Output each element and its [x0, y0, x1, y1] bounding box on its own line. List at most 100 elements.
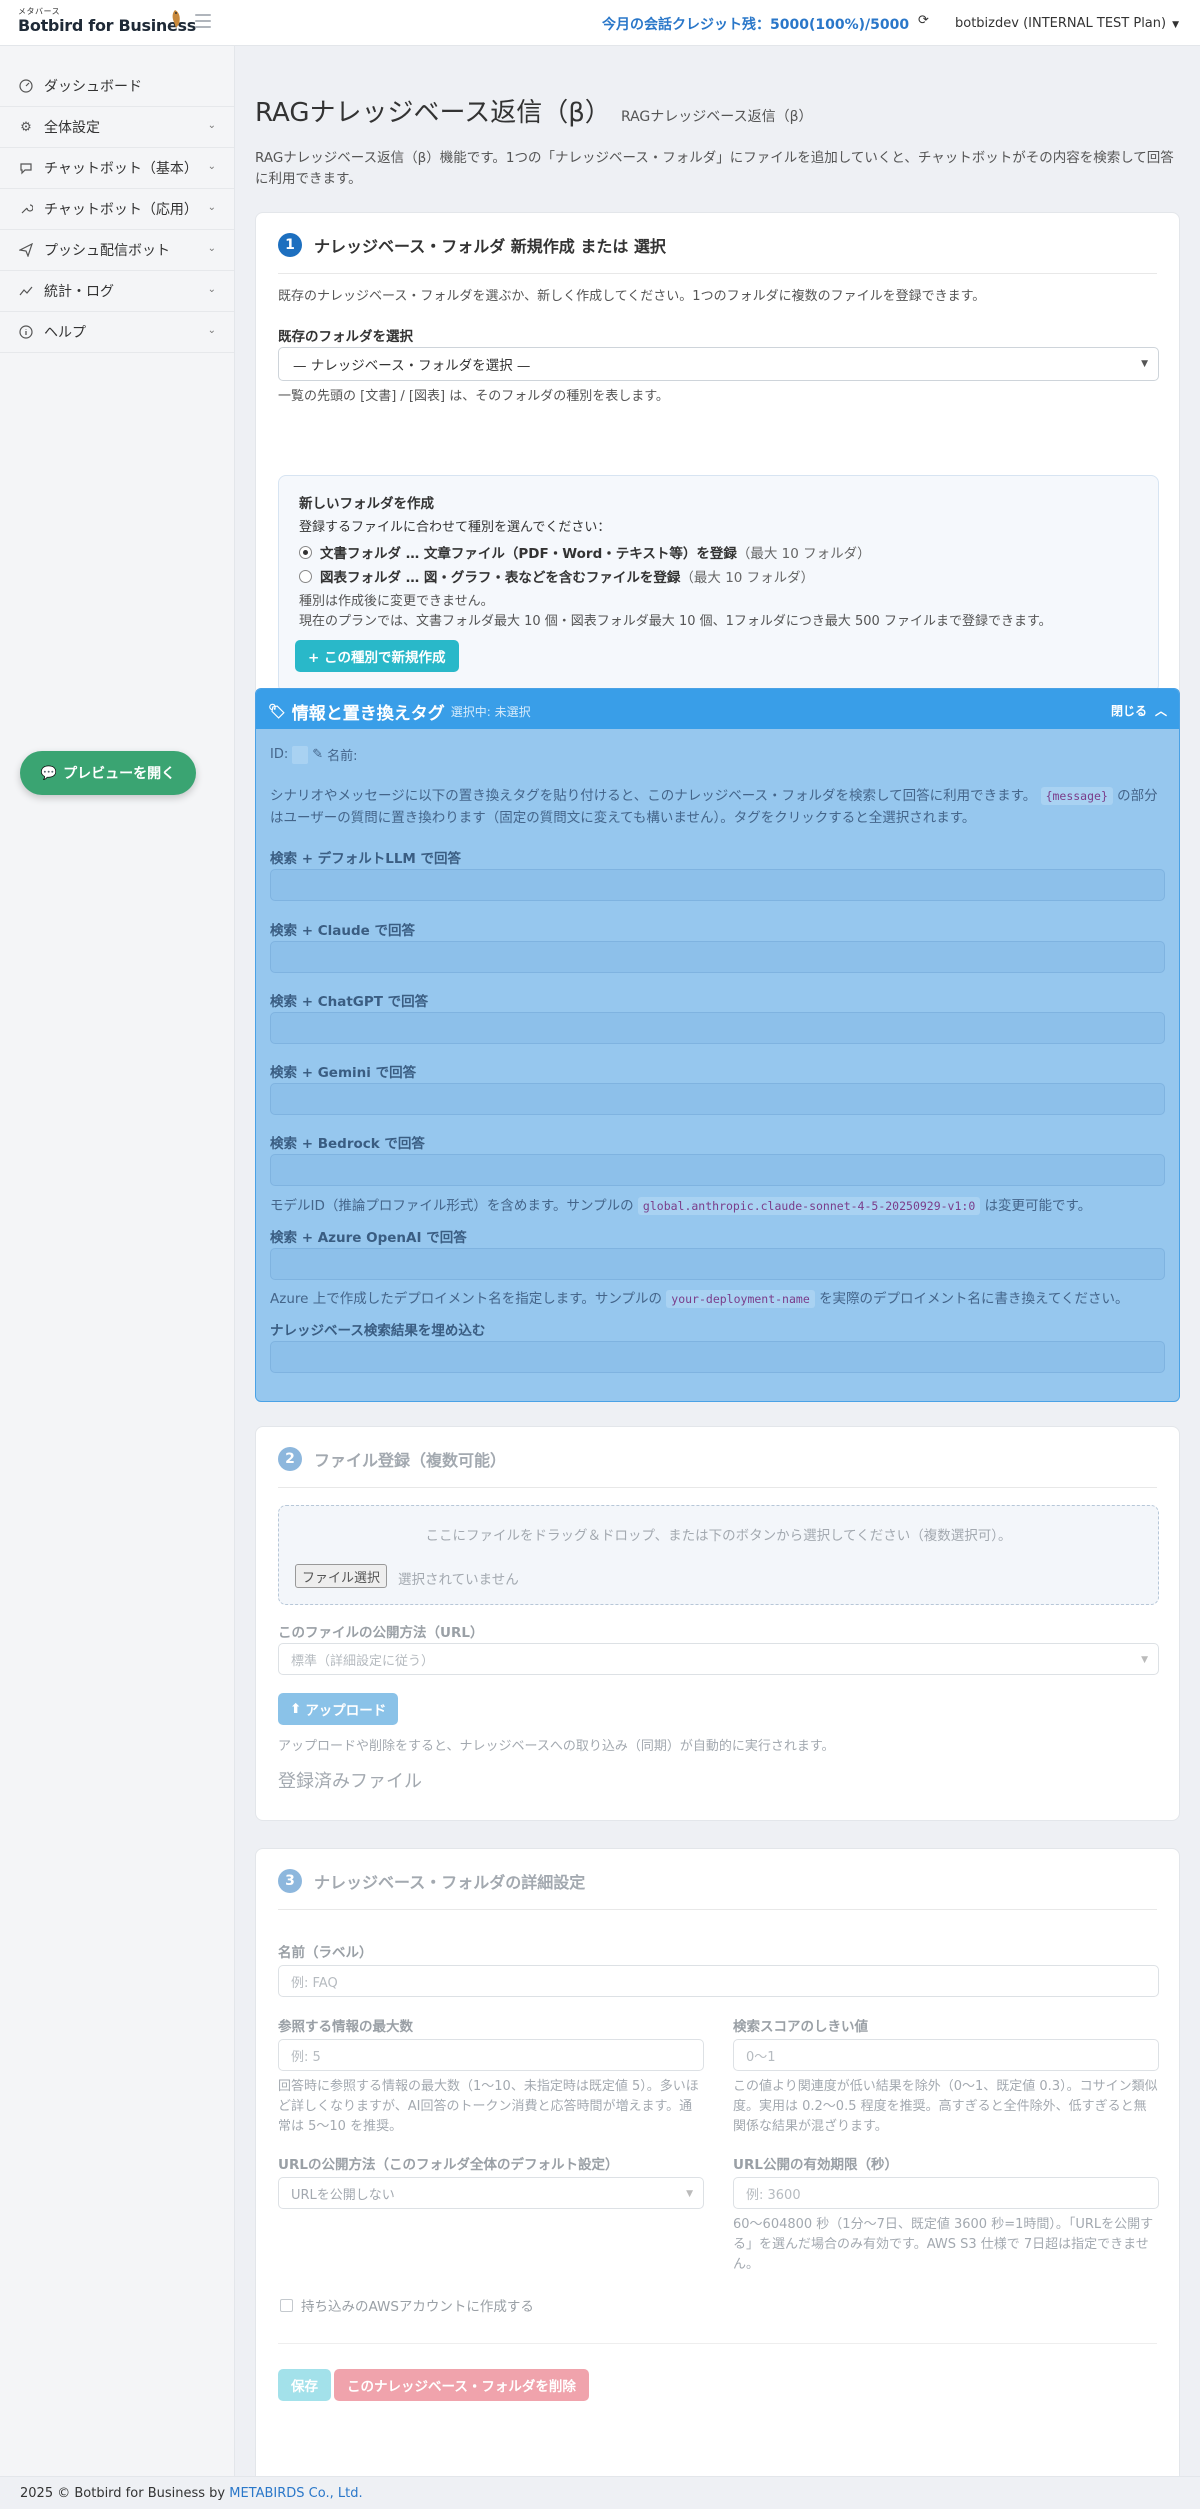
tag-label-chatgpt: 検索 + ChatGPT で回答	[270, 994, 429, 1010]
tag-input-claude[interactable]	[270, 941, 1165, 973]
open-preview-label: プレビューを開く	[63, 766, 176, 782]
step1-heading: 1 ナレッジベース・フォルダ 新規作成 または 選択	[278, 233, 666, 257]
folder-select-label: 既存のフォルダを選択	[278, 329, 413, 345]
sidebar-item-label: 統計・ログ	[44, 284, 114, 300]
step1-card: 1 ナレッジベース・フォルダ 新規作成 または 選択 既存のナレッジベース・フォ…	[255, 212, 1180, 696]
url-expire-help: 60〜604800 秒（1分〜7日、既定値 3600 秒=1時間）。「URLを公…	[733, 2217, 1154, 2272]
id-value	[292, 745, 309, 764]
sidebar-item-label: チャットボット（応用）	[44, 202, 198, 218]
max-results-placeholder: 例: 5	[291, 2049, 321, 2065]
user-menu[interactable]: botbizdev (INTERNAL TEST Plan) ▼	[955, 16, 1179, 31]
new-folder-prompt: 登録するファイルに合わせて種別を選んでください：	[299, 520, 611, 535]
folder-type-document-option[interactable]: 文書フォルダ … 文章ファイル（PDF・Word・テキスト等）を登録 （最大 1…	[299, 542, 871, 562]
chevron-down-icon: ▼	[1141, 1655, 1148, 1665]
url-expire-input[interactable]: 例: 3600	[733, 2177, 1159, 2209]
option-figure-label: 図表フォルダ … 図・グラフ・表などを含むファイルを登録	[320, 570, 681, 586]
sidebar-item-chatbot-basic[interactable]: チャットボット（基本） ⌄	[0, 148, 234, 189]
delete-folder-button[interactable]: このナレッジベース・フォルダを削除	[334, 2369, 589, 2401]
url-publish-select[interactable]: URLを公開しない ▼	[278, 2177, 704, 2209]
chat-bubble-icon: 💬	[40, 765, 58, 781]
upload-icon: ⬆	[290, 1701, 302, 1717]
replace-tags-title-row: 🏷 情報と置き換えタグ 選択中: 未選択	[268, 699, 531, 725]
sidebar-item-stats-logs[interactable]: 統計・ログ ⌄	[0, 271, 234, 312]
publish-method-value: 標準（詳細設定に従う）	[291, 1653, 435, 1669]
collapse-button[interactable]: 閉じる ︿	[1111, 702, 1167, 719]
tag-input-chatgpt[interactable]	[270, 1012, 1165, 1044]
max-results-input[interactable]: 例: 5	[278, 2039, 704, 2071]
tag-label-default-llm: 検索 + デフォルトLLM で回答	[270, 851, 462, 867]
sidebar-item-dashboard[interactable]: ダッシュボード	[0, 66, 234, 107]
open-preview-button[interactable]: 💬 プレビューを開く	[20, 751, 196, 795]
step1-intro: 既存のナレッジベース・フォルダを選ぶか、新しく作成してください。1つのフォルダに…	[278, 289, 986, 304]
sidebar-item-label: チャットボット（基本）	[44, 161, 198, 177]
folder-select[interactable]: — ナレッジベース・フォルダを選択 — ▼	[278, 347, 1159, 381]
step3-title: ナレッジベース・フォルダの詳細設定	[314, 1873, 586, 1892]
name-label: 名前:	[327, 749, 358, 764]
note-text: モデルID（推論プロファイル形式）を含めます。サンプルの	[270, 1198, 634, 1214]
tag-input-bedrock[interactable]	[270, 1154, 1165, 1186]
sidebar-item-label: プッシュ配信ボット	[44, 243, 170, 259]
sidebar-item-global-settings[interactable]: ⚙ 全体設定 ⌄	[0, 107, 234, 148]
radio-figure[interactable]	[299, 569, 312, 583]
radio-document[interactable]	[299, 545, 312, 559]
refresh-icon[interactable]: ⟳	[918, 13, 929, 28]
folder-select-hint: 一覧の先頭の [文書] / [図表] は、そのフォルダの種別を表します。	[278, 389, 669, 404]
publish-method-select[interactable]: 標準（詳細設定に従う） ▼	[278, 1643, 1159, 1675]
tag-label-azure: 検索 + Azure OpenAI で回答	[270, 1230, 467, 1246]
brand-logo[interactable]: メタバース Botbird for Business	[18, 6, 196, 35]
aws-account-option[interactable]: 持ち込みのAWSアカウントに作成する	[280, 2295, 534, 2315]
file-drop-zone[interactable]: ここにファイルをドラッグ＆ドロップ、または下のボタンから選択してください（複数選…	[278, 1505, 1159, 1605]
page-title-sub: RAGナレッジベース返信（β）	[620, 109, 813, 125]
sidebar-item-chatbot-advanced[interactable]: チャットボット（応用） ⌄	[0, 189, 234, 230]
folder-name-label: 名前（ラベル）	[278, 1945, 373, 1961]
tag-input-azure[interactable]	[270, 1248, 1165, 1280]
url-expire-placeholder: 例: 3600	[746, 2187, 801, 2203]
registered-files-title: 登録済みファイル	[278, 1771, 422, 1792]
credit-balance: 今月の会話クレジット残：5000(100%)/5000	[602, 17, 910, 33]
create-folder-button[interactable]: + この種別で新規作成	[295, 640, 459, 672]
wrench-icon	[18, 201, 34, 217]
footer: 2025 © Botbird for Business by METABIRDS…	[0, 2476, 1200, 2509]
desc-text: の	[1117, 788, 1131, 804]
max-results-label: 参照する情報の最大数	[278, 2019, 413, 2035]
footer-text: 2025 © Botbird for Business by	[20, 2486, 226, 2501]
folder-type-figure-option[interactable]: 図表フォルダ … 図・グラフ・表などを含むファイルを登録 （最大 10 フォルダ…	[299, 566, 814, 586]
folder-name-placeholder: 例: FAQ	[291, 1975, 338, 1991]
step2-card: 2 ファイル登録（複数可能） ここにファイルをドラッグ＆ドロップ、または下のボタ…	[255, 1426, 1180, 1821]
tag-input-default-llm[interactable]	[270, 869, 1165, 901]
score-threshold-label: 検索スコアのしきい値	[733, 2019, 868, 2035]
page-description: RAGナレッジベース返信（β）機能です。1つの「ナレッジベース・フォルダ」にファ…	[255, 150, 1174, 187]
upload-note: アップロードや削除をすると、ナレッジベースへの取り込み（同期）が自動的に実行され…	[278, 1739, 835, 1754]
file-select-button[interactable]: ファイル選択	[295, 1564, 388, 1588]
bedrock-note: モデルID（推論プロファイル形式）を含めます。サンプルの global.anth…	[270, 1194, 1091, 1215]
aws-account-label: 持ち込みのAWSアカウントに作成する	[301, 2299, 534, 2315]
replace-tags-status: 選択中: 未選択	[450, 705, 531, 719]
sidebar-item-label: ダッシュボード	[44, 79, 142, 95]
divider	[278, 273, 1157, 274]
sidebar-item-help[interactable]: ヘルプ ⌄	[0, 312, 234, 353]
tag-input-embed[interactable]	[270, 1341, 1165, 1373]
folder-name-input[interactable]: 例: FAQ	[278, 1965, 1159, 1997]
score-threshold-input[interactable]: 0〜1	[733, 2039, 1159, 2071]
paper-plane-icon	[18, 242, 34, 258]
option-document-label: 文書フォルダ … 文章ファイル（PDF・Word・テキスト等）を登録	[320, 546, 737, 562]
new-folder-panel: 新しいフォルダを作成 登録するファイルに合わせて種別を選んでください： 文書フォ…	[278, 475, 1159, 693]
tag-input-gemini[interactable]	[270, 1083, 1165, 1115]
sidebar-item-push-bot[interactable]: プッシュ配信ボット ⌄	[0, 230, 234, 271]
new-folder-note1: 種別は作成後に変更できません。	[299, 594, 494, 609]
sidebar: ダッシュボード ⚙ 全体設定 ⌄ チャットボット（基本） ⌄ チャットボット（応…	[0, 46, 235, 2476]
aws-account-checkbox[interactable]	[280, 2298, 293, 2312]
divider	[278, 1909, 1157, 1910]
step3-number-badge: 3	[278, 1869, 302, 1893]
menu-toggle-icon[interactable]	[195, 14, 211, 28]
top-bar: メタバース Botbird for Business 今月の会話クレジット残：5…	[0, 0, 1200, 46]
edit-icon[interactable]: ✎	[312, 747, 323, 762]
save-button[interactable]: 保存	[278, 2369, 331, 2401]
folder-id-row: ID: ✎ 名前:	[270, 745, 358, 764]
step1-title: ナレッジベース・フォルダ 新規作成 または 選択	[314, 237, 666, 256]
note-text: を実際のデプロイメント名に書き換えてください。	[819, 1291, 1129, 1307]
chevron-down-icon: ⌄	[207, 284, 216, 295]
footer-company-link[interactable]: METABIRDS Co., Ltd.	[229, 2486, 362, 2501]
replace-tags-header[interactable]: 🏷 情報と置き換えタグ 選択中: 未選択 閉じる ︿	[256, 689, 1179, 729]
upload-button[interactable]: ⬆ アップロード	[278, 1693, 399, 1725]
